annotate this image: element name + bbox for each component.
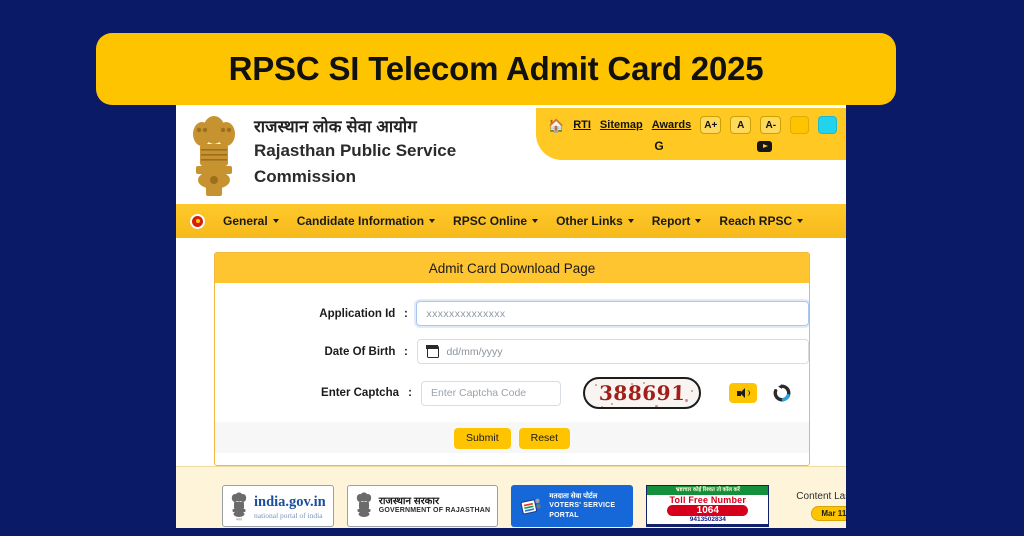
theme-swatch-yellow[interactable]: [790, 116, 810, 134]
nav-item-reach-rpsc[interactable]: Reach RPSC: [719, 214, 804, 228]
voters-service-portal-badge[interactable]: मतदाता सेवा पोर्टल VOTERS' SERVICE PORTA…: [511, 485, 634, 527]
acb-tagline: भ्रष्टाचार कोई रिश्वत तो कॉल करें: [647, 486, 769, 495]
awards-link[interactable]: Awards: [652, 119, 692, 131]
font-increase-button[interactable]: A+: [700, 116, 722, 134]
india-gov-title: india.gov.in: [254, 493, 326, 510]
date-of-birth-placeholder: dd/mm/yyyy: [446, 345, 503, 358]
form-body: Application Id : xxxxxxxxxxxxxx Date Of …: [215, 283, 809, 465]
chevron-down-icon: [272, 219, 279, 223]
refresh-icon[interactable]: [773, 384, 791, 402]
date-of-birth-label: Date Of Birth: [324, 345, 396, 358]
font-decrease-button[interactable]: A-: [760, 116, 782, 134]
rajasthan-gov-badge[interactable]: राजस्थान सरकार GOVERNMENT OF RAJASTHAN: [346, 485, 499, 527]
application-id-label: Application Id: [319, 307, 396, 320]
colon-separator: :: [408, 387, 412, 399]
field-row-application-id: Application Id : xxxxxxxxxxxxxx: [215, 301, 809, 326]
ashoka-emblem-icon: भारत: [231, 492, 247, 522]
nav-label: Other Links: [556, 214, 623, 228]
captcha-image: 388691: [583, 377, 701, 409]
nav-item-rpsc-online[interactable]: RPSC Online: [453, 214, 539, 228]
rajasthan-gov-text: राजस्थान सरकार GOVERNMENT OF RAJASTHAN: [379, 496, 491, 515]
colon-separator: :: [404, 345, 408, 358]
captcha-label: Enter Captcha: [321, 387, 399, 399]
org-name-english-line2: Commission: [254, 166, 357, 186]
field-row-date-of-birth: Date Of Birth : dd/mm/yyyy: [215, 339, 809, 364]
org-name-english-line1: Rajasthan Public Service: [254, 141, 457, 161]
site-footer: भारत india.gov.in national portal of ind…: [176, 465, 846, 528]
voters-portal-english: VOTERS' SERVICE PORTAL: [549, 502, 616, 519]
banner-title: RPSC SI Telecom Admit Card 2025: [228, 50, 764, 87]
page-banner: RPSC SI Telecom Admit Card 2025: [96, 33, 896, 105]
utility-toolbar-row-2: G: [548, 136, 846, 156]
content-last-updated: Content Last Updated Mar 11, 2025: [796, 491, 846, 521]
nav-label: Reach RPSC: [719, 214, 793, 228]
nav-label: Report: [651, 214, 691, 228]
ballot-icon: [520, 498, 542, 515]
content-last-updated-date: Mar 11, 2025: [811, 506, 846, 521]
ashoka-emblem-icon: [193, 116, 235, 196]
nav-item-general[interactable]: General: [223, 214, 279, 228]
nav-label: Candidate Information: [296, 214, 425, 228]
india-gov-badge[interactable]: भारत india.gov.in national portal of ind…: [222, 485, 334, 527]
rajasthan-gov-hindi: राजस्थान सरकार: [378, 496, 440, 508]
youtube-icon[interactable]: [756, 140, 772, 152]
org-name-hindi: राजस्थान लोक सेवा आयोग: [254, 118, 417, 136]
rti-link[interactable]: RTI: [573, 119, 591, 131]
acb-name: Anti Corruption Bureau: [647, 524, 769, 526]
website-screenshot-panel: राजस्थान लोक सेवा आयोग Rajasthan Public …: [176, 104, 846, 528]
admit-card-form: Admit Card Download Page Application Id …: [214, 252, 810, 466]
nav-home-icon[interactable]: [190, 213, 205, 229]
india-gov-subtitle: national portal of india: [254, 510, 323, 520]
captcha-code: 388691: [598, 381, 686, 405]
content-last-updated-label: Content Last Updated: [796, 491, 846, 502]
ashoka-emblem-icon: [356, 492, 371, 517]
form-card-wrapper: Admit Card Download Page Application Id …: [176, 238, 846, 466]
submit-button[interactable]: Submit: [453, 428, 511, 449]
acb-title: Toll Free Number: [669, 495, 747, 505]
main-navigation: General Candidate Information RPSC Onlin…: [176, 204, 846, 238]
google-icon[interactable]: G: [654, 140, 663, 152]
utility-toolbar: 🏠 RTI Sitemap Awards A+ A A- G: [536, 108, 846, 160]
rajasthan-gov-english: GOVERNMENT OF RAJASTHAN: [378, 507, 491, 515]
chevron-down-icon: [797, 219, 804, 223]
application-id-input[interactable]: xxxxxxxxxxxxxx: [416, 301, 809, 326]
field-row-captcha: Enter Captcha : Enter Captcha Code 38869…: [215, 377, 809, 409]
theme-swatch-cyan[interactable]: [818, 116, 838, 134]
font-normal-button[interactable]: A: [730, 116, 752, 134]
date-of-birth-input[interactable]: dd/mm/yyyy: [416, 339, 809, 364]
calendar-icon[interactable]: [425, 344, 439, 358]
utility-toolbar-row-1: 🏠 RTI Sitemap Awards A+ A A-: [548, 114, 846, 136]
chevron-down-icon: [429, 219, 436, 223]
captcha-audio-button[interactable]: [729, 383, 757, 403]
nav-item-report[interactable]: Report: [652, 214, 702, 228]
form-title: Admit Card Download Page: [215, 253, 809, 283]
captcha-input[interactable]: Enter Captcha Code: [421, 380, 561, 406]
svg-text:भारत: भारत: [236, 518, 242, 522]
form-actions: Submit Reset: [215, 422, 809, 453]
acb-toll-free-number: 1064: [667, 505, 749, 516]
nav-label: RPSC Online: [453, 214, 528, 228]
nav-label: General: [223, 214, 268, 228]
chevron-down-icon: [532, 219, 539, 223]
site-header: राजस्थान लोक सेवा आयोग Rajasthan Public …: [176, 104, 846, 204]
nav-item-other-links[interactable]: Other Links: [556, 214, 634, 228]
acb-alt-number: 9413502834: [689, 516, 726, 523]
india-gov-text: india.gov.in national portal of india: [254, 493, 326, 520]
organization-names: राजस्थान लोक सेवा आयोग Rajasthan Public …: [254, 116, 456, 190]
nav-item-candidate-information[interactable]: Candidate Information: [296, 214, 436, 228]
colon-separator: :: [403, 307, 408, 320]
reset-button[interactable]: Reset: [518, 428, 571, 449]
voters-portal-hindi: मतदाता सेवा पोर्टल: [549, 493, 598, 501]
chevron-down-icon: [695, 219, 702, 223]
sitemap-link[interactable]: Sitemap: [600, 119, 643, 131]
voters-portal-text: मतदाता सेवा पोर्टल VOTERS' SERVICE PORTA…: [549, 492, 626, 519]
anti-corruption-bureau-badge[interactable]: भ्रष्टाचार कोई रिश्वत तो कॉल करें Toll F…: [646, 485, 770, 527]
home-icon[interactable]: 🏠: [548, 119, 564, 132]
speaker-icon: [736, 388, 750, 398]
chevron-down-icon: [627, 219, 634, 223]
